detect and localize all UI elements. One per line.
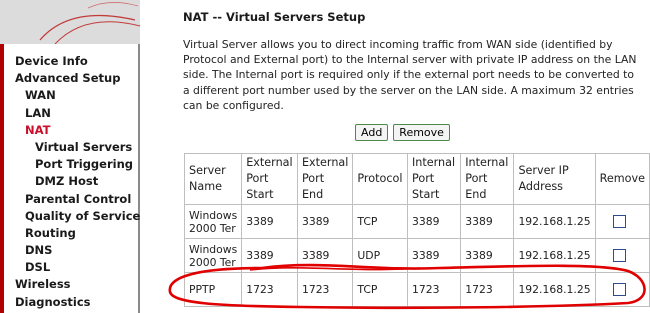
sidebar-nav: Device Info Advanced Setup WAN LAN NAT Virtua… [15,53,140,311]
internal-port-end-cell: 1723 [460,272,515,307]
protocol-cell: TCP [352,204,408,239]
sidebar-item-parental-control[interactable]: Parental Control [15,191,140,208]
remove-checkbox[interactable] [612,249,626,263]
internal-port-end-cell: 3389 [460,204,515,239]
external-port-start-cell: 3389 [241,204,298,239]
logo-swoosh-icon [39,2,140,44]
remove-cell [594,272,650,307]
internal-port-start-cell: 3389 [406,238,462,273]
server-name-cell: Windows 2000 Ter [183,238,243,273]
external-port-end-cell: 3389 [296,238,354,273]
sidebar-item-wan[interactable]: WAN [15,87,140,104]
sidebar-item-diagnostics[interactable]: Diagnostics [15,294,140,311]
virtual-servers-table: Server Name External Port Start External… [183,153,650,307]
add-button[interactable]: Add [355,124,389,141]
col-server-ip: Server IP Address [513,153,596,205]
sidebar-item-port-triggering[interactable]: Port Triggering [15,156,140,173]
col-external-port-end: External Port End [296,153,354,205]
remove-checkbox[interactable] [612,283,626,297]
sidebar: Device Info Advanced Setup WAN LAN NAT Virtua… [0,0,140,313]
table-row: PPTP 1723 1723 TCP 1723 1723 192.168.1.25 [183,272,650,307]
remove-button[interactable]: Remove [393,124,450,141]
internal-port-start-cell: 1723 [406,272,462,307]
server-name-text: Windows 2000 Ter [189,242,238,269]
sidebar-item-virtual-servers[interactable]: Virtual Servers [15,139,140,156]
server-name-cell: PPTP [183,272,243,307]
sidebar-item-dmz-host[interactable]: DMZ Host [15,173,140,190]
external-port-end-cell: 1723 [296,272,354,307]
col-internal-port-start: Internal Port Start [406,153,462,205]
server-ip-cell: 192.168.1.25 [513,272,596,307]
sidebar-item-routing[interactable]: Routing [15,225,140,242]
server-ip-cell: 192.168.1.25 [513,204,596,239]
internal-port-end-cell: 3389 [460,238,515,273]
remove-checkbox[interactable] [612,215,626,229]
brand-logo-area [0,0,140,44]
sidebar-item-device-info[interactable]: Device Info [15,53,140,70]
external-port-start-cell: 1723 [241,272,298,307]
col-external-port-start: External Port Start [241,153,298,205]
col-protocol: Protocol [352,153,408,205]
sidebar-item-advanced-setup[interactable]: Advanced Setup [15,70,140,87]
sidebar-item-dns[interactable]: DNS [15,242,140,259]
page-description: Virtual Server allows you to direct inco… [183,38,637,112]
table-header-row: Server Name External Port Start External… [183,153,650,205]
protocol-cell: TCP [352,272,408,307]
table-row: Windows 2000 Ter 3389 3389 TCP 3389 3389 192.1… [183,204,650,239]
col-remove: Remove [594,153,650,205]
internal-port-start-cell: 3389 [406,204,462,239]
sidebar-item-wireless[interactable]: Wireless [15,276,140,293]
remove-cell [594,238,650,273]
protocol-cell: UDP [352,238,408,273]
action-buttons: Add Remove [355,121,455,141]
page-title: NAT -- Virtual Servers Setup [183,10,366,24]
sidebar-item-dsl[interactable]: DSL [15,259,140,276]
col-server-name: Server Name [183,153,243,205]
server-name-text: Windows 2000 Ter [189,208,238,235]
sidebar-border-left [0,44,4,313]
server-name-text: PPTP [189,283,216,296]
external-port-end-cell: 3389 [296,204,354,239]
remove-cell [594,204,650,239]
col-internal-port-end: Internal Port End [460,153,515,205]
server-ip-cell: 192.168.1.25 [513,238,596,273]
server-name-cell: Windows 2000 Ter [183,204,243,239]
sidebar-item-nat[interactable]: NAT [15,122,140,139]
sidebar-item-quality-of-service[interactable]: Quality of Service [15,208,140,225]
table-row: Windows 2000 Ter 3389 3389 UDP 3389 3389 192.1… [183,238,650,273]
sidebar-item-lan[interactable]: LAN [15,105,140,122]
external-port-start-cell: 3389 [241,238,298,273]
